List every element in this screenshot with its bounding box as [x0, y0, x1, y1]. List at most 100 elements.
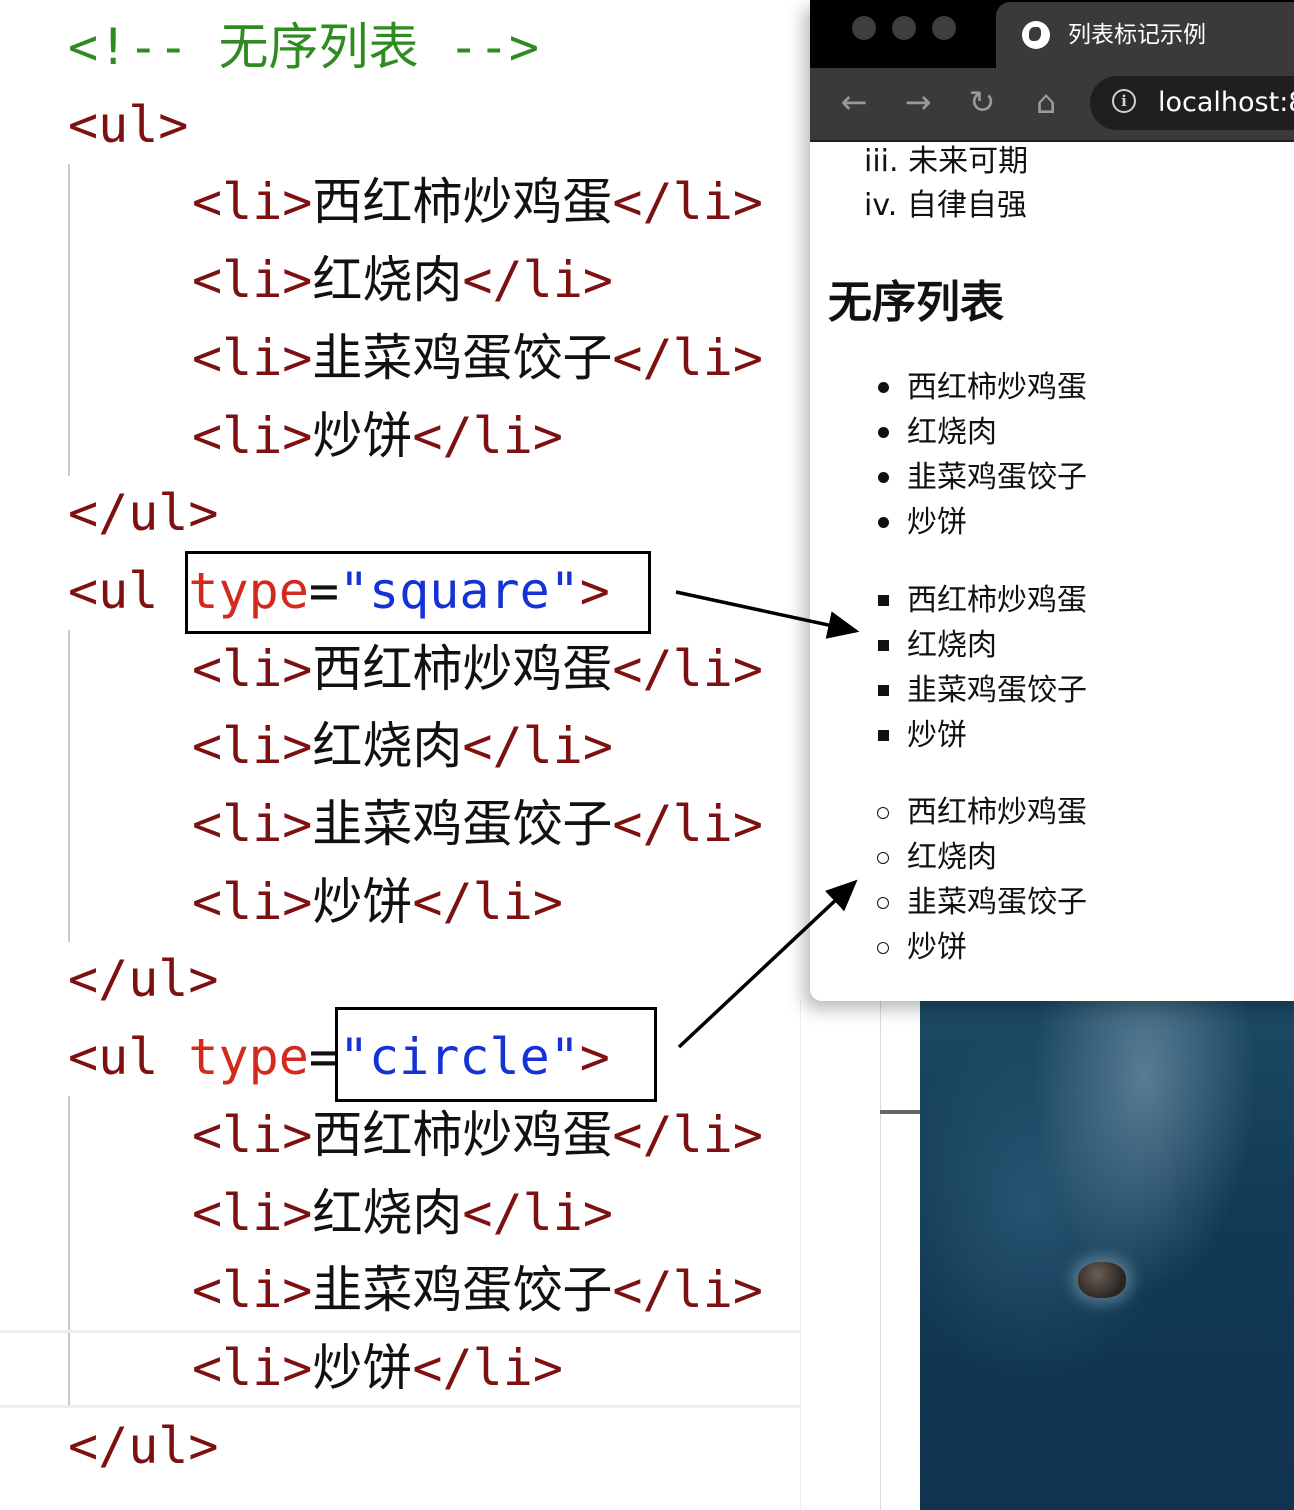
- code-line[interactable]: </ul>: [68, 474, 219, 552]
- code-line[interactable]: <li>韭菜鸡蛋饺子</li>: [192, 319, 763, 397]
- code-line[interactable]: <li>韭菜鸡蛋饺子</li>: [192, 1251, 763, 1329]
- code-text: 韭菜鸡蛋饺子: [312, 328, 613, 387]
- code-tag: <li>: [192, 328, 313, 387]
- disc-bullet-icon: [878, 517, 889, 528]
- code-tag: <li>: [192, 1183, 313, 1242]
- list-item: 韭菜鸡蛋饺子: [907, 673, 1087, 708]
- code-tag: </li>: [412, 406, 563, 465]
- code-tag: </li>: [462, 1183, 613, 1242]
- list-item: 韭菜鸡蛋饺子: [907, 460, 1087, 495]
- code-text: 韭菜鸡蛋饺子: [312, 1261, 613, 1320]
- page-content: 无序列表 iii. 未来可期 iv. 自律自强 西红柿炒鸡蛋 红烧肉 韭菜鸡蛋饺子 炒饼西…: [810, 142, 1294, 1001]
- code-text: 西红柿炒鸡蛋: [312, 173, 613, 232]
- list-item: 西红柿炒鸡蛋: [907, 583, 1087, 618]
- square-bullet-icon: [878, 595, 889, 606]
- square-bullet-icon: [878, 685, 889, 696]
- list-item: 西红柿炒鸡蛋: [907, 370, 1087, 405]
- code-tag: <li>: [192, 173, 313, 232]
- code-text: 炒饼: [312, 406, 413, 465]
- list-item: 红烧肉: [907, 415, 997, 450]
- code-tag: <li>: [192, 639, 313, 698]
- panel-marker: [880, 1110, 920, 1114]
- home-button[interactable]: ⌂: [1026, 82, 1066, 122]
- desktop-wallpaper: [920, 1000, 1294, 1510]
- close-window-button[interactable]: [852, 16, 876, 40]
- code-tag: <li>: [192, 1105, 313, 1164]
- reload-button[interactable]: ↻: [962, 82, 1002, 122]
- code-line[interactable]: <li>红烧肉</li>: [192, 241, 613, 319]
- code-tag: <li>: [192, 1261, 313, 1320]
- code-tag: </li>: [612, 1105, 763, 1164]
- code-tag: <ul: [68, 1028, 189, 1087]
- minimize-window-button[interactable]: [892, 16, 916, 40]
- page-heading: 无序列表: [828, 277, 1004, 328]
- code-comment: <!-- 无序列表 -->: [68, 18, 539, 76]
- panel-divider: [880, 1000, 881, 1510]
- code-tag: </li>: [462, 717, 613, 776]
- code-tag: </li>: [612, 639, 763, 698]
- code-line[interactable]: </ul>: [68, 940, 219, 1018]
- code-line[interactable]: <!-- 无序列表 -->: [68, 8, 539, 86]
- browser-window: 列表标记示例 ← → ↻ ⌂ i localhost:8 无序列表 iii. 未…: [810, 0, 1294, 1001]
- ordered-list-item: iv. 自律自强: [864, 188, 1027, 223]
- circle-bullet-icon: [877, 942, 889, 954]
- disc-bullet-icon: [878, 382, 889, 393]
- code-text: 韭菜鸡蛋饺子: [312, 795, 613, 853]
- code-tag: <li>: [192, 1338, 313, 1397]
- code-tag: </li>: [612, 173, 763, 232]
- list-item: 炒饼: [907, 505, 967, 540]
- code-tag: <li>: [192, 872, 313, 931]
- code-text: 炒饼: [312, 1338, 413, 1397]
- disc-bullet-icon: [878, 427, 889, 438]
- editor-side-panel: [800, 1000, 921, 1510]
- address-bar[interactable]: i localhost:8: [1090, 76, 1294, 130]
- code-line[interactable]: <li>炒饼</li>: [192, 863, 563, 941]
- list-item: 红烧肉: [907, 628, 997, 663]
- info-icon[interactable]: i: [1112, 89, 1136, 113]
- forward-button[interactable]: →: [898, 82, 938, 122]
- tab-title: 列表标记示例: [1068, 22, 1206, 48]
- code-line[interactable]: <li>西红柿炒鸡蛋</li>: [192, 1096, 763, 1174]
- code-tag: </ul>: [68, 950, 219, 1009]
- list-item: 韭菜鸡蛋饺子: [907, 885, 1087, 920]
- circle-bullet-icon: [877, 807, 889, 819]
- code-tag: </ul>: [68, 484, 219, 543]
- wallpaper-rock: [1078, 1262, 1126, 1298]
- list-item: 西红柿炒鸡蛋: [907, 795, 1087, 830]
- code-text: 西红柿炒鸡蛋: [312, 1105, 613, 1164]
- maximize-window-button[interactable]: [932, 16, 956, 40]
- indent-guide: [68, 630, 70, 942]
- globe-icon: [1022, 21, 1050, 49]
- browser-tab[interactable]: 列表标记示例: [996, 2, 1294, 68]
- code-text: 西红柿炒鸡蛋: [312, 639, 613, 698]
- code-text: 红烧肉: [312, 717, 463, 776]
- code-tag: <ul>: [68, 95, 189, 154]
- annotation-box-square: [185, 551, 651, 634]
- code-attribute: type: [188, 1028, 309, 1087]
- code-tag: </li>: [462, 251, 613, 310]
- code-tag: <li>: [192, 251, 313, 310]
- code-tag: <li>: [192, 406, 313, 465]
- code-line[interactable]: <li>红烧肉</li>: [192, 1174, 613, 1252]
- code-tag: </li>: [612, 795, 763, 853]
- ordered-list-item: iii. 未来可期: [864, 144, 1029, 179]
- code-text: 红烧肉: [312, 1183, 463, 1242]
- code-line[interactable]: <li>红烧肉</li>: [192, 707, 613, 785]
- code-line[interactable]: </ul>: [68, 1407, 219, 1485]
- code-line[interactable]: <li>炒饼</li>: [192, 1329, 563, 1407]
- code-editor[interactable]: <!-- 无序列表 --> <ul> <li>西红柿炒鸡蛋</li> <li>红烧肉<…: [0, 0, 800, 1510]
- back-button[interactable]: ←: [834, 82, 874, 122]
- code-line[interactable]: <ul>: [68, 86, 188, 164]
- code-tag: <li>: [192, 717, 313, 776]
- circle-bullet-icon: [877, 897, 889, 909]
- code-tag: </li>: [412, 1338, 563, 1397]
- list-item: 炒饼: [907, 930, 967, 965]
- indent-guide: [68, 164, 70, 476]
- code-tag: </ul>: [68, 1416, 219, 1475]
- code-line[interactable]: <li>韭菜鸡蛋饺子</li>: [192, 785, 763, 863]
- circle-bullet-icon: [877, 852, 889, 864]
- code-line[interactable]: <li>西红柿炒鸡蛋</li>: [192, 163, 763, 241]
- code-line[interactable]: <li>炒饼</li>: [192, 397, 563, 475]
- code-line[interactable]: <li>西红柿炒鸡蛋</li>: [192, 630, 763, 708]
- url-text: localhost:8: [1158, 87, 1294, 118]
